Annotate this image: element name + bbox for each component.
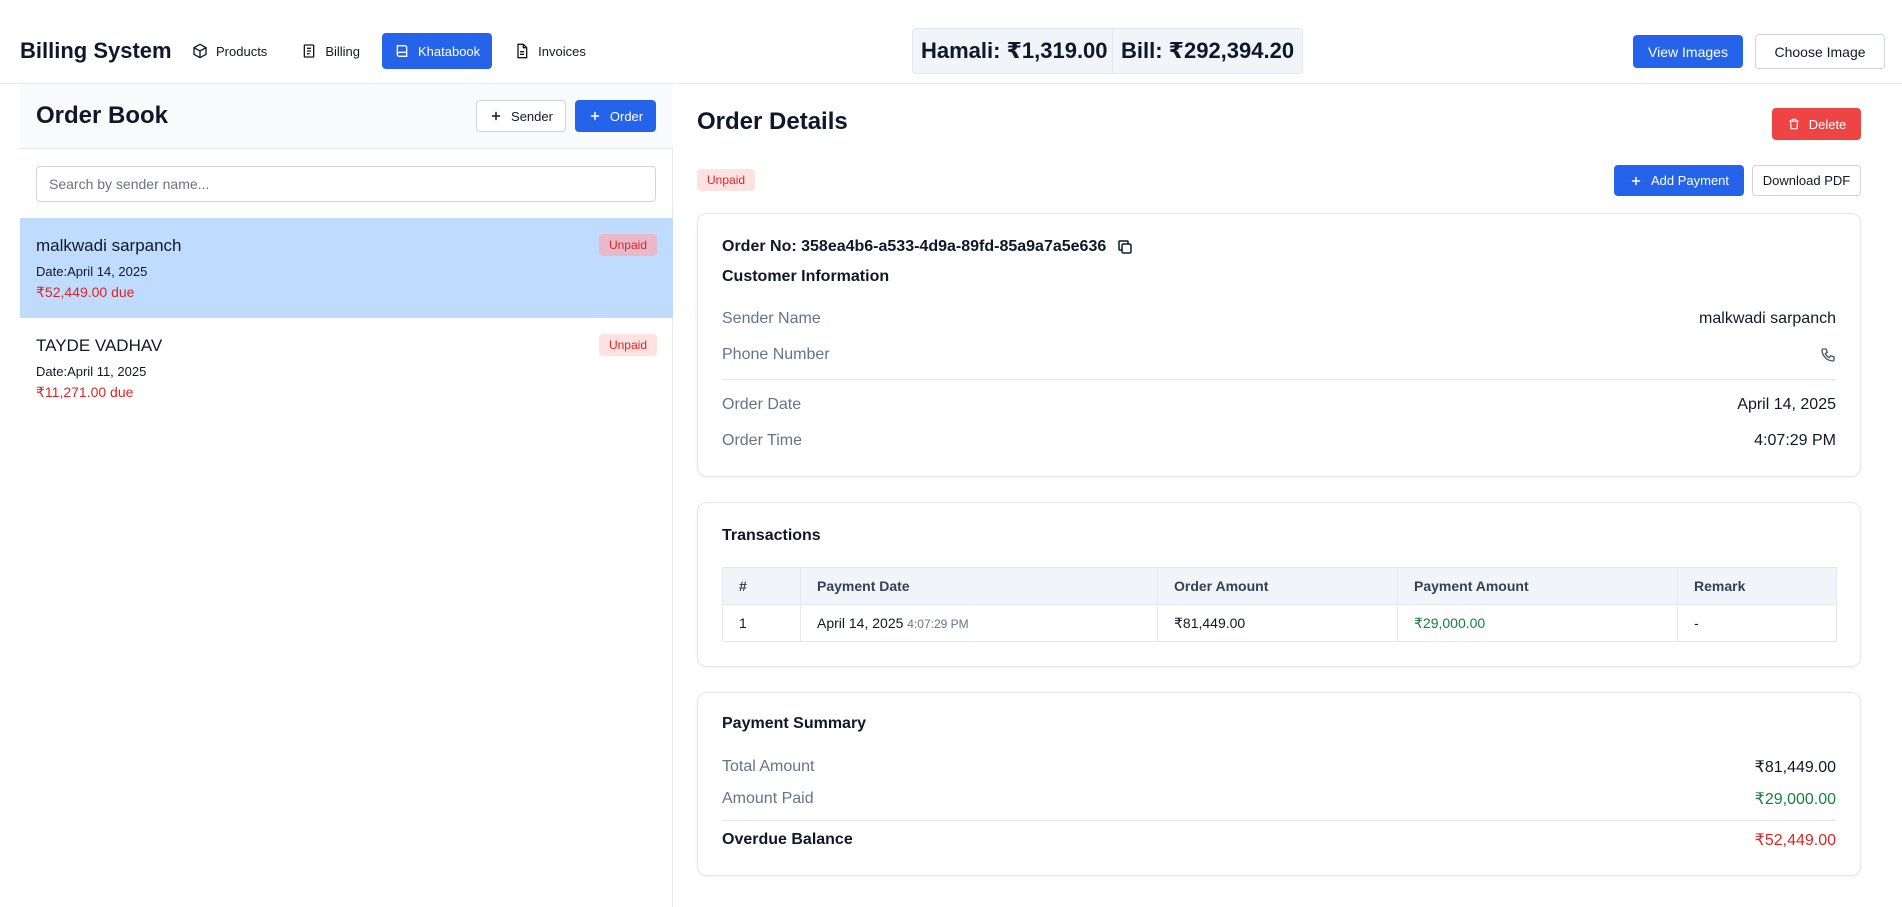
order-sender-name: malkwadi sarpanch: [36, 236, 182, 255]
order-book-panel: Order Book Sender Order malkwadi sarpanc…: [20, 84, 673, 907]
payment-summary-card: Payment Summary Total Amount ₹81,449.00 …: [697, 692, 1861, 876]
copy-icon[interactable]: [1116, 238, 1134, 256]
transactions-card: Transactions # Payment Date Order Amount…: [697, 502, 1861, 667]
order-number: Order No: 358ea4b6-a533-4d9a-89fd-85a9a7…: [722, 238, 1107, 255]
plus-icon: [590, 111, 599, 121]
add-order-button[interactable]: Order: [575, 100, 656, 132]
order-book-header: Order Book Sender Order: [20, 84, 673, 149]
order-date: Date:April 14, 2025: [36, 264, 148, 279]
txn-date: April 14, 2025: [817, 615, 904, 631]
order-list-item[interactable]: malkwadi sarpanch Date:April 14, 2025 ₹5…: [20, 218, 673, 318]
add-sender-button[interactable]: Sender: [476, 100, 566, 132]
order-info-card: Order No: 358ea4b6-a533-4d9a-89fd-85a9a7…: [697, 213, 1861, 477]
column-header: Order Amount: [1157, 567, 1398, 605]
add-payment-label: Add Payment: [1650, 173, 1730, 188]
amount-paid-label: Amount Paid: [722, 790, 814, 807]
order-date-value: April 14, 2025: [1737, 396, 1836, 413]
transactions-table: # Payment Date Order Amount Payment Amou…: [722, 567, 1837, 642]
delete-order-button[interactable]: Delete: [1772, 108, 1861, 140]
column-header: #: [722, 567, 801, 605]
phone-label: Phone Number: [722, 346, 830, 363]
nav-billing-label: Billing: [325, 43, 360, 59]
customer-info-title: Customer Information: [722, 268, 890, 285]
nav-invoices-label: Invoices: [538, 43, 586, 59]
nav-products-label: Products: [216, 43, 268, 59]
payment-summary-title: Payment Summary: [722, 715, 867, 732]
divider: [722, 379, 1836, 380]
order-sender-name: TAYDE VADHAV: [36, 336, 163, 355]
txn-payment-amount: ₹29,000.00: [1397, 604, 1678, 642]
order-date: Date:April 11, 2025: [36, 364, 147, 379]
receipt-icon: [303, 44, 315, 58]
order-number-row: Order No: 358ea4b6-a533-4d9a-89fd-85a9a7…: [722, 238, 1134, 256]
amount-paid-row: Amount Paid ₹29,000.00: [722, 789, 1836, 809]
order-list-item[interactable]: TAYDE VADHAV Date:April 11, 2025 ₹11,271…: [20, 318, 673, 418]
order-status-badge: Unpaid: [697, 169, 756, 191]
add-order-label: Order: [609, 108, 644, 124]
nav-khatabook-label: Khatabook: [418, 43, 481, 59]
order-due: ₹11,271.00 due: [36, 384, 134, 400]
box-icon: [193, 43, 207, 59]
column-header: Remark: [1677, 567, 1837, 605]
divider: [722, 820, 1836, 821]
nav-invoices[interactable]: Invoices: [502, 33, 598, 69]
app-title: Billing System: [20, 38, 172, 63]
table-header-row: # Payment Date Order Amount Payment Amou…: [722, 567, 1837, 605]
hamali-stat: Hamali: ₹1,319.00: [912, 28, 1117, 74]
sender-search-input[interactable]: [36, 166, 656, 202]
order-date-label: Order Date: [722, 396, 802, 413]
overdue-value: ₹52,449.00: [1754, 832, 1836, 849]
book-icon: [396, 45, 408, 57]
amount-paid-value: ₹29,000.00: [1754, 791, 1836, 808]
column-header: Payment Date: [800, 567, 1158, 605]
column-header: Payment Amount: [1397, 567, 1678, 605]
plus-icon: [1631, 176, 1641, 185]
phone-icon[interactable]: [1820, 347, 1836, 363]
choose-image-button[interactable]: Choose Image: [1755, 34, 1885, 69]
nav-products[interactable]: Products: [180, 33, 279, 69]
table-row: 1 April 14, 2025 4:07:29 PM ₹81,449.00 ₹…: [722, 604, 1837, 642]
order-details-title: Order Details: [697, 108, 848, 135]
phone-row: Phone Number: [722, 346, 1836, 364]
download-pdf-button[interactable]: Download PDF: [1752, 165, 1861, 196]
trash-icon: [1789, 118, 1799, 130]
add-sender-label: Sender: [511, 108, 553, 124]
txn-time: 4:07:29 PM: [907, 617, 969, 631]
status-badge: Unpaid: [598, 234, 657, 256]
total-amount-row: Total Amount ₹81,449.00: [722, 757, 1836, 777]
order-time-value: 4:07:29 PM: [1754, 432, 1836, 449]
txn-order-amount: ₹81,449.00: [1157, 604, 1398, 642]
order-date-row: Order Date April 14, 2025: [722, 396, 1836, 414]
order-time-row: Order Time 4:07:29 PM: [722, 432, 1836, 450]
file-icon: [517, 43, 528, 59]
order-due: ₹52,449.00 due: [36, 284, 135, 300]
delete-label: Delete: [1808, 116, 1847, 132]
overdue-label: Overdue Balance: [722, 831, 853, 848]
total-amount-label: Total Amount: [722, 758, 815, 775]
total-amount-value: ₹81,449.00: [1754, 759, 1836, 776]
add-payment-button[interactable]: Add Payment: [1614, 165, 1744, 196]
txn-remark: -: [1677, 604, 1837, 642]
sender-name-row: Sender Name malkwadi sarpanch: [722, 310, 1836, 328]
status-badge: Unpaid: [598, 334, 657, 356]
top-header: Billing System Products Billing Khataboo…: [0, 0, 1902, 84]
nav-billing[interactable]: Billing: [289, 33, 372, 69]
sender-name-label: Sender Name: [722, 310, 821, 327]
overdue-row: Overdue Balance ₹52,449.00: [722, 830, 1836, 850]
main-nav: Products Billing Khatabook Invoices: [180, 33, 598, 69]
bill-stat: Bill: ₹292,394.20: [1112, 28, 1304, 74]
nav-khatabook[interactable]: Khatabook: [382, 33, 493, 69]
order-time-label: Order Time: [722, 432, 803, 449]
txn-date-cell: April 14, 2025 4:07:29 PM: [800, 604, 1158, 642]
transactions-title: Transactions: [722, 527, 821, 544]
view-images-button[interactable]: View Images: [1633, 35, 1743, 68]
order-book-title: Order Book: [36, 102, 169, 129]
txn-number: 1: [722, 604, 801, 642]
plus-icon: [491, 111, 501, 121]
sender-name-value: malkwadi sarpanch: [1699, 310, 1836, 327]
